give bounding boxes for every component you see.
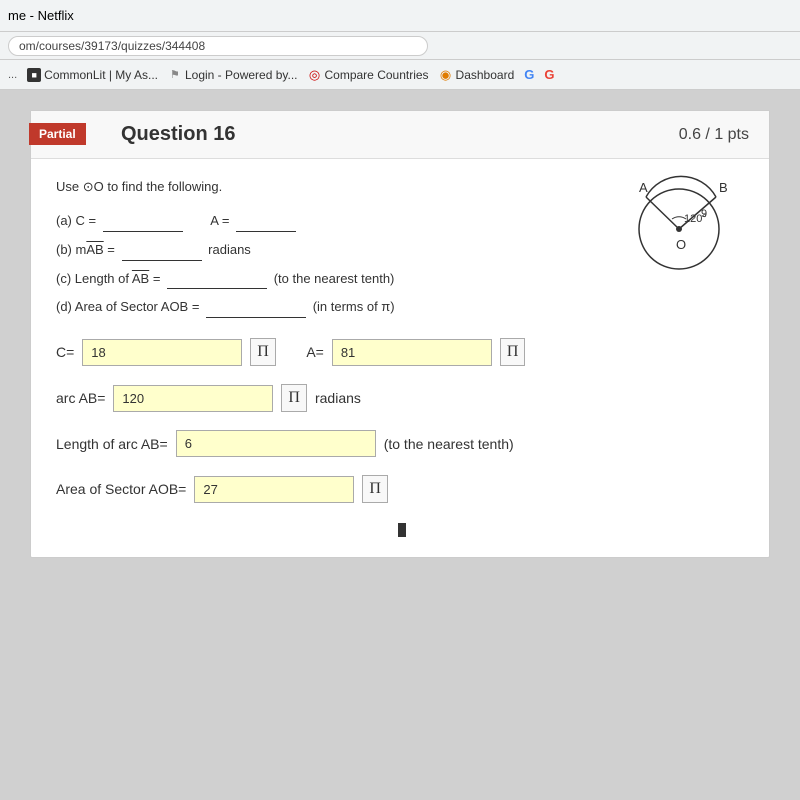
a-input[interactable]: 81 bbox=[332, 339, 492, 366]
blank-a bbox=[236, 231, 296, 232]
arc-suffix: radians bbox=[315, 390, 361, 406]
arc-pi-symbol: Π bbox=[281, 384, 307, 412]
login-icon: ⚑ bbox=[168, 68, 182, 82]
bookmark-commonlit[interactable]: ■ CommonLit | My As... bbox=[27, 68, 158, 82]
browser-title-bar: me - Netflix bbox=[0, 0, 800, 32]
question-card: Partial Question 16 0.6 / 1 pts bbox=[30, 110, 770, 558]
part-a-label2: A = bbox=[210, 213, 229, 228]
length-value: 6 bbox=[185, 436, 192, 451]
c-input[interactable]: 18 bbox=[82, 339, 242, 366]
part-b-label: (b) mAB = bbox=[56, 242, 115, 257]
circle-svg: A B O 120° 9 bbox=[604, 159, 734, 279]
a-label: A= bbox=[306, 344, 324, 360]
bookmark-compare[interactable]: ◎ Compare Countries bbox=[308, 68, 429, 82]
part-d-suffix: (in terms of π) bbox=[313, 299, 395, 314]
arc-value: 120 bbox=[122, 391, 144, 406]
arc-label: arc AB= bbox=[56, 390, 105, 406]
answer-row-length: Length of arc AB= 6 (to the nearest tent… bbox=[56, 430, 744, 457]
answer-row-area: Area of Sector AOB= 27 Π bbox=[56, 475, 744, 503]
part-c-suffix: (to the nearest tenth) bbox=[274, 271, 395, 286]
c-value: 18 bbox=[91, 345, 105, 360]
arc-input[interactable]: 120 bbox=[113, 385, 273, 412]
a-value: 81 bbox=[341, 345, 355, 360]
question-score: 0.6 / 1 pts bbox=[679, 126, 749, 144]
mouse-cursor bbox=[398, 523, 406, 537]
part-d-label: (d) Area of Sector AOB = bbox=[56, 299, 199, 314]
bookmark-login-label: Login - Powered by... bbox=[185, 68, 298, 82]
a-pi-symbol: Π bbox=[500, 338, 526, 366]
area-input[interactable]: 27 bbox=[194, 476, 354, 503]
c-label: C= bbox=[56, 344, 74, 360]
radius-label: 9 bbox=[701, 208, 707, 220]
answer-row-ca: C= 18 Π A= 81 Π bbox=[56, 338, 744, 366]
bookmarks-bar: ... ■ CommonLit | My As... ⚑ Login - Pow… bbox=[0, 60, 800, 90]
length-label: Length of arc AB= bbox=[56, 436, 168, 452]
question-header: Question 16 0.6 / 1 pts bbox=[31, 111, 769, 159]
question-title: Question 16 bbox=[121, 123, 235, 146]
point-a-label: A bbox=[639, 180, 648, 195]
length-suffix: (to the nearest tenth) bbox=[384, 436, 514, 452]
page-content: Partial Question 16 0.6 / 1 pts bbox=[0, 90, 800, 800]
bookmark-google-2[interactable]: G bbox=[544, 67, 554, 82]
blank-area bbox=[206, 317, 306, 318]
google-red-icon: G bbox=[544, 67, 554, 82]
c-pi-symbol: Π bbox=[250, 338, 276, 366]
part-d: (d) Area of Sector AOB = (in terms of π) bbox=[56, 297, 744, 318]
answer-row-arc: arc AB= 120 Π radians bbox=[56, 384, 744, 412]
bookmark-login[interactable]: ⚑ Login - Powered by... bbox=[168, 68, 298, 82]
question-body: A B O 120° 9 Use ⊙O to find the followin… bbox=[31, 159, 769, 557]
cursor-area bbox=[56, 521, 744, 537]
blank-mab bbox=[122, 260, 202, 261]
part-a-label: (a) C = bbox=[56, 213, 96, 228]
bookmarks-overflow: ... bbox=[8, 69, 17, 81]
part-c-label: (c) Length of AB = bbox=[56, 271, 160, 286]
part-b-suffix: radians bbox=[208, 242, 251, 257]
circle-diagram: A B O 120° 9 bbox=[604, 159, 734, 279]
browser-tab-title: me - Netflix bbox=[8, 8, 74, 23]
address-bar[interactable]: om/courses/39173/quizzes/344408 bbox=[8, 36, 428, 56]
bookmark-google-1[interactable]: G bbox=[524, 67, 534, 82]
answer-section: C= 18 Π A= 81 Π arc AB= 12 bbox=[56, 338, 744, 537]
bookmark-commonlit-label: CommonLit | My As... bbox=[44, 68, 158, 82]
bookmark-dashboard-label: Dashboard bbox=[456, 68, 515, 82]
point-b-label: B bbox=[719, 180, 728, 195]
partial-badge: Partial bbox=[29, 123, 86, 145]
bookmark-dashboard[interactable]: ◉ Dashboard bbox=[439, 68, 515, 82]
point-o-label: O bbox=[676, 237, 686, 252]
blank-length bbox=[167, 288, 267, 289]
google-blue-icon: G bbox=[524, 67, 534, 82]
area-pi-symbol: Π bbox=[362, 475, 388, 503]
address-bar-row: om/courses/39173/quizzes/344408 bbox=[0, 32, 800, 60]
area-label: Area of Sector AOB= bbox=[56, 481, 186, 497]
blank-c bbox=[103, 231, 183, 232]
book-icon: ■ bbox=[27, 68, 41, 82]
length-input[interactable]: 6 bbox=[176, 430, 376, 457]
dashboard-icon: ◉ bbox=[439, 68, 453, 82]
bookmark-compare-label: Compare Countries bbox=[325, 68, 429, 82]
area-value: 27 bbox=[203, 482, 217, 497]
compare-icon: ◎ bbox=[308, 68, 322, 82]
